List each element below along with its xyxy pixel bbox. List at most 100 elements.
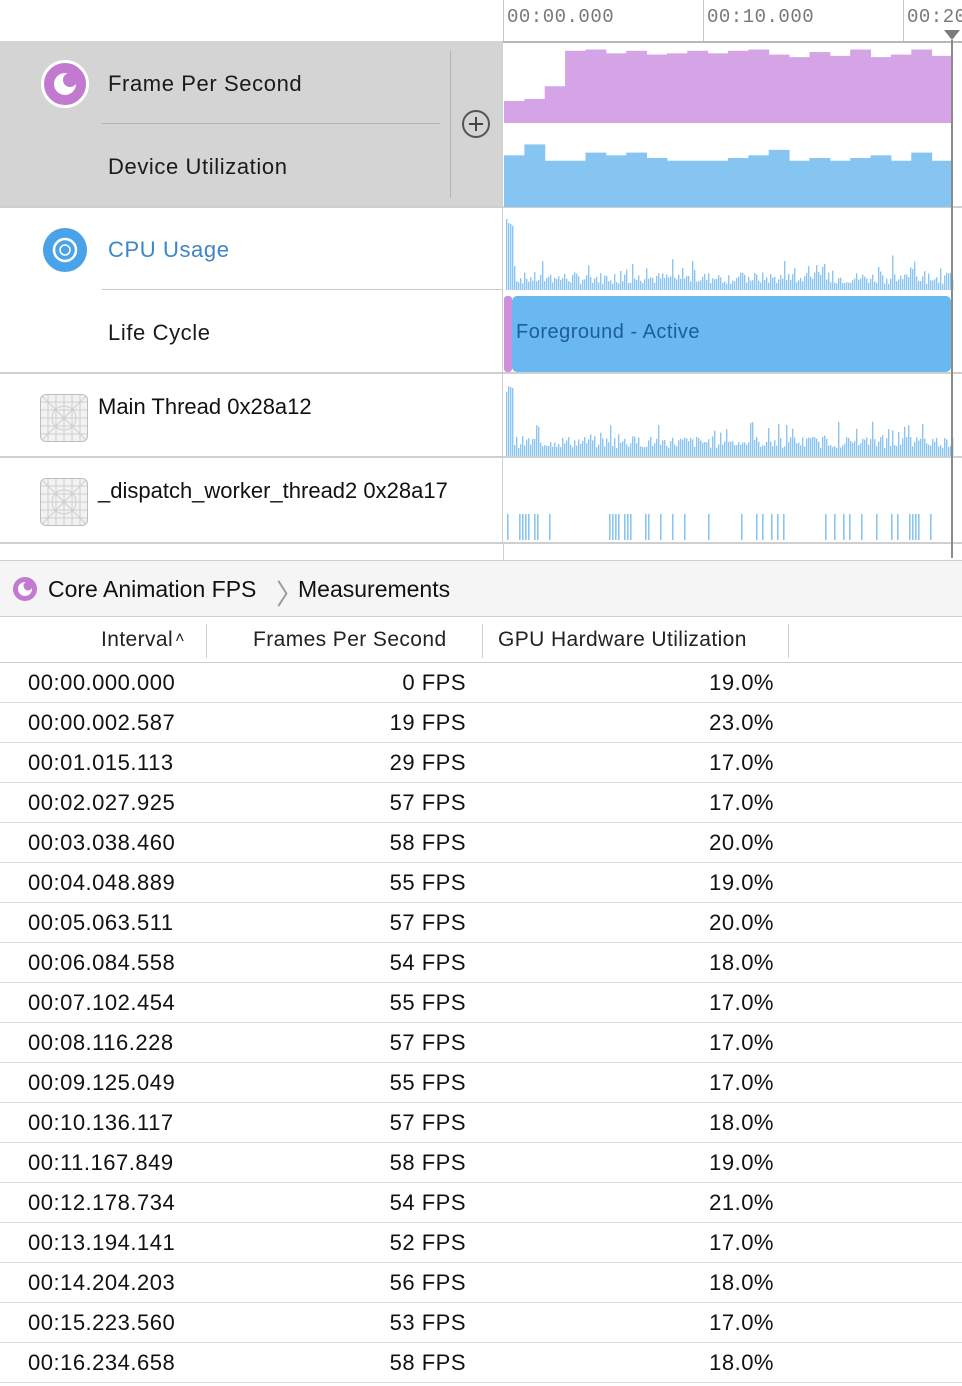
- activity-spike: [804, 446, 806, 456]
- activity-spike: [562, 437, 564, 456]
- table-row[interactable]: 00:12.178.734 54 FPS 21.0%: [0, 1183, 962, 1223]
- lifecycle-launch-segment[interactable]: [504, 296, 512, 372]
- activity-spike: [624, 274, 626, 290]
- table-row[interactable]: 00:16.234.658 58 FPS 18.0%: [0, 1343, 962, 1383]
- cell-fps: 58 FPS: [389, 1350, 466, 1375]
- activity-spike: [908, 276, 910, 290]
- fps-bar: [789, 57, 810, 123]
- column-separator[interactable]: [206, 624, 207, 658]
- column-separator[interactable]: [788, 624, 789, 658]
- activity-spike: [732, 280, 734, 290]
- activity-spike: [724, 281, 726, 290]
- activity-spike: [584, 279, 586, 290]
- activity-spike: [900, 275, 902, 290]
- activity-spike: [656, 438, 658, 456]
- table-row[interactable]: 00:00.000.000 0 FPS 19.0%: [0, 663, 962, 703]
- cell-fps: 57 FPS: [389, 1110, 466, 1135]
- table-row[interactable]: 00:13.194.141 52 FPS 17.0%: [0, 1223, 962, 1263]
- activity-spike: [594, 436, 596, 456]
- cell-gpu: 18.0%: [709, 1110, 774, 1135]
- activity-spike: [886, 438, 888, 456]
- table-row[interactable]: 00:03.038.460 58 FPS 20.0%: [0, 823, 962, 863]
- column-header-interval[interactable]: Interval ˄: [101, 628, 185, 652]
- track-main-thread[interactable]: Main Thread 0x28a12: [0, 374, 962, 458]
- activity-spike: [510, 223, 512, 290]
- table-row[interactable]: 00:08.116.228 57 FPS 17.0%: [0, 1023, 962, 1063]
- activity-spike: [752, 422, 754, 456]
- activity-spike: [612, 514, 614, 540]
- playhead-line[interactable]: [951, 40, 953, 558]
- activity-spike: [592, 440, 594, 456]
- activity-spike: [718, 275, 720, 290]
- activity-spike: [622, 441, 624, 456]
- table-row[interactable]: 00:00.002.587 19 FPS 23.0%: [0, 703, 962, 743]
- track-label-area[interactable]: _dispatch_worker_thread2 0x28a17: [0, 458, 503, 542]
- table-row[interactable]: 00:01.015.113 29 FPS 17.0%: [0, 743, 962, 783]
- activity-spike: [658, 273, 660, 290]
- fps-utilization-graph[interactable]: [503, 41, 962, 207]
- activity-spike: [640, 280, 642, 290]
- activity-spike: [840, 277, 842, 290]
- table-row[interactable]: 00:06.084.558 54 FPS 18.0%: [0, 943, 962, 983]
- fps-bar: [890, 54, 912, 123]
- activity-spike: [574, 272, 576, 290]
- utilization-bar: [870, 155, 892, 207]
- track-sub-cpu-usage[interactable]: CPU Usage: [108, 237, 230, 263]
- thread-name-worker[interactable]: _dispatch_worker_thread2 0x28a17: [98, 478, 448, 504]
- activity-spike: [506, 219, 508, 290]
- track-label-area[interactable]: CPU Usage Life Cycle: [0, 208, 503, 372]
- activity-spike: [594, 278, 596, 290]
- activity-spike: [507, 514, 509, 540]
- table-row[interactable]: 00:02.027.925 57 FPS 17.0%: [0, 783, 962, 823]
- main-thread-graph[interactable]: [503, 374, 962, 456]
- table-row[interactable]: 00:07.102.454 55 FPS 17.0%: [0, 983, 962, 1023]
- activity-spike: [728, 442, 730, 456]
- track-label-area[interactable]: Main Thread 0x28a12: [0, 374, 503, 456]
- track-label-area[interactable]: Frame Per Second Device Utilization: [0, 41, 503, 206]
- column-header-fps[interactable]: Frames Per Second: [253, 628, 447, 652]
- table-row[interactable]: 00:10.136.117 57 FPS 18.0%: [0, 1103, 962, 1143]
- table-row[interactable]: 00:15.223.560 53 FPS 17.0%: [0, 1303, 962, 1343]
- track-core-animation-fps[interactable]: Frame Per Second Device Utilization: [0, 41, 962, 208]
- track-dispatch-worker-thread[interactable]: _dispatch_worker_thread2 0x28a17: [0, 458, 962, 544]
- activity-spike: [720, 277, 722, 290]
- cell-gpu: 17.0%: [709, 1070, 774, 1095]
- activity-spike: [850, 282, 852, 290]
- activity-spike: [686, 438, 688, 456]
- track-sub-frame-per-second[interactable]: Frame Per Second: [108, 71, 302, 97]
- table-row[interactable]: 00:14.204.203 56 FPS 18.0%: [0, 1263, 962, 1303]
- activity-spike: [550, 274, 552, 290]
- cell-fps: 57 FPS: [389, 910, 466, 935]
- column-separator[interactable]: [482, 624, 483, 658]
- timeline-ruler[interactable]: 00:00.000 00:10.000 00:20: [0, 0, 962, 43]
- table-row[interactable]: 00:05.063.511 57 FPS 20.0%: [0, 903, 962, 943]
- thread-name-main[interactable]: Main Thread 0x28a12: [98, 394, 312, 420]
- activity-spike: [794, 268, 796, 290]
- fps-bar: [666, 53, 688, 124]
- activity-spike: [897, 514, 899, 540]
- activity-spike: [738, 442, 740, 456]
- activity-spike: [692, 261, 694, 290]
- utilization-bar: [850, 158, 872, 207]
- add-track-button[interactable]: [462, 110, 490, 138]
- activity-spike: [524, 445, 526, 456]
- activity-spike: [586, 443, 588, 456]
- activity-spike: [688, 441, 690, 456]
- table-row[interactable]: 00:11.167.849 58 FPS 19.0%: [0, 1143, 962, 1183]
- table-row[interactable]: 00:04.048.889 55 FPS 19.0%: [0, 863, 962, 903]
- activity-spike: [934, 279, 936, 290]
- track-sub-life-cycle[interactable]: Life Cycle: [108, 320, 211, 346]
- breadcrumb-instrument[interactable]: Core Animation FPS: [48, 576, 256, 603]
- column-header-gpu[interactable]: GPU Hardware Utilization: [498, 628, 747, 652]
- track-sub-device-utilization[interactable]: Device Utilization: [108, 154, 288, 180]
- worker-thread-graph[interactable]: [503, 458, 962, 542]
- activity-spike: [627, 514, 629, 540]
- activity-spike: [548, 445, 550, 456]
- activity-spike: [796, 443, 798, 456]
- activity-spike: [838, 278, 840, 290]
- breadcrumb-detail[interactable]: Measurements: [298, 576, 450, 603]
- playhead-handle[interactable]: [944, 30, 960, 40]
- activity-spike: [909, 514, 911, 540]
- table-row[interactable]: 00:09.125.049 55 FPS 17.0%: [0, 1063, 962, 1103]
- cpu-usage-graph[interactable]: [503, 208, 962, 290]
